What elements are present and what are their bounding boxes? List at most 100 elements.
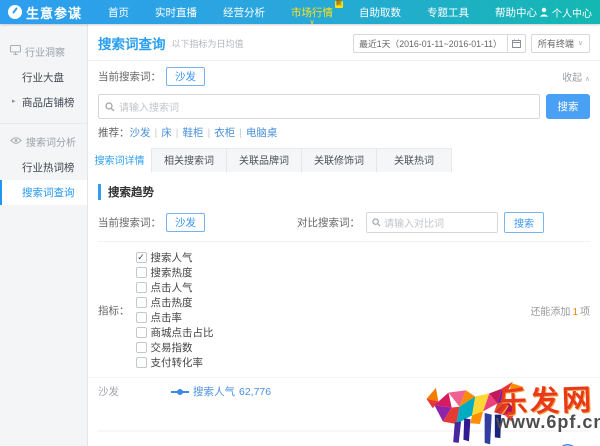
metric-checkbox-支付转化率[interactable]: 支付转化率 <box>136 355 214 370</box>
query-panel: 搜索词查询 以下指标为日均值 最近1天（2016-01-11~2016-01-1… <box>88 24 600 148</box>
sidebar-group-label: 行业洞察 <box>25 44 65 59</box>
add-more-hint: 还能添加1项 <box>530 303 590 318</box>
metric-checkbox-点击人气[interactable]: 点击人气 <box>136 280 214 295</box>
recommend-links: 沙发|床|鞋柜|衣柜|电脑桌 <box>130 125 278 140</box>
metric-row: 指标： ✓搜索人气搜索热度点击人气点击热度点击率商城点击占比交易指数支付转化率 … <box>98 241 590 377</box>
nav-item-经营分析[interactable]: 经营分析 <box>223 5 265 20</box>
metric-label: 搜索人气 <box>151 250 193 265</box>
separator: | <box>155 127 158 139</box>
checkbox-icon <box>136 267 147 278</box>
checkbox-icon <box>136 297 147 308</box>
tab-关联品牌词[interactable]: 关联品牌词 <box>227 148 302 173</box>
main-content: 搜索词查询 以下指标为日均值 最近1天（2016-01-11~2016-01-1… <box>88 24 600 446</box>
metric-label: 支付转化率 <box>151 355 204 370</box>
nav-item-专题工具[interactable]: 专题工具 <box>427 5 469 20</box>
chevron-down-icon: ∨ <box>309 18 314 26</box>
search-icon <box>372 218 381 227</box>
trend-chart[interactable]: 2015-12-132015-12-152015-12-172015-12-19… <box>88 401 600 446</box>
terminal-dropdown[interactable]: 所有终端 ∨ <box>531 34 590 53</box>
user-menu[interactable]: 个人中心 <box>539 5 592 20</box>
metric-label: 点击热度 <box>151 295 193 310</box>
legend-series-item[interactable]: 搜索人气 62,776 <box>171 384 271 399</box>
metric-label: 交易指数 <box>151 340 193 355</box>
line-legend-icon <box>171 388 189 396</box>
page-title: 搜索词查询 <box>98 33 166 53</box>
separator: | <box>176 127 179 139</box>
recommend-link-衣柜[interactable]: 衣柜 <box>214 127 235 139</box>
checkbox-icon <box>136 357 147 368</box>
compass-logo-icon <box>8 5 22 19</box>
separator: | <box>239 127 242 139</box>
eye-icon <box>10 136 22 148</box>
app-logo[interactable]: 生意参谋 <box>8 3 82 22</box>
trend-panel: 搜索词详情相关搜索词关联品牌词关联修饰词关联热词 搜索趋势 当前搜索词： 沙发 … <box>88 148 600 446</box>
checkbox-icon: ✓ <box>136 252 147 263</box>
current-word-chip[interactable]: 沙发 <box>166 67 205 86</box>
legend-series-name: 搜索人气 <box>193 384 235 399</box>
add-more-count: 1 <box>572 307 578 318</box>
metric-label: 搜索热度 <box>151 265 193 280</box>
sidebar-item-商品店铺榜[interactable]: ▸商品店铺榜 <box>0 90 87 115</box>
metric-checkbox-点击热度[interactable]: 点击热度 <box>136 295 214 310</box>
top-navbar: 生意参谋 首页 实时直播 经营分析 市场行情新∨ 自助取数 专题工具 帮助中心 个人中心 <box>0 0 600 24</box>
sidebar-item-行业大盘[interactable]: 行业大盘 <box>0 65 87 90</box>
sidebar-group: 行业洞察行业大盘▸商品店铺榜 <box>0 34 87 124</box>
tab-搜索词详情[interactable]: 搜索词详情 <box>88 148 152 173</box>
sidebar-group-label: 搜索词分析 <box>26 134 76 149</box>
calendar-icon[interactable] <box>507 35 525 52</box>
search-button[interactable]: 搜索 <box>546 94 590 119</box>
sidebar-group-title: 搜索词分析 <box>0 128 87 155</box>
checkbox-icon <box>136 342 147 353</box>
collapse-link[interactable]: 收起 ∧ <box>562 69 590 84</box>
metric-label: 商城点击占比 <box>151 325 214 340</box>
sidebar-group: 搜索词分析行业热词榜搜索词查询 <box>0 124 87 213</box>
sidebar-item-搜索词查询[interactable]: 搜索词查询 <box>0 180 87 205</box>
tab-关联修饰词[interactable]: 关联修饰词 <box>302 148 377 173</box>
recommend-link-床[interactable]: 床 <box>161 127 172 139</box>
checkbox-icon <box>136 327 147 338</box>
metric-checkbox-交易指数[interactable]: 交易指数 <box>136 340 214 355</box>
date-range-picker[interactable]: 最近1天（2016-01-11~2016-01-11） <box>353 34 526 53</box>
nav-item-帮助中心[interactable]: 帮助中心 <box>495 5 537 20</box>
nav-item-实时直播[interactable]: 实时直播 <box>155 5 197 20</box>
metric-label: 点击人气 <box>151 280 193 295</box>
trend-current-word-chip[interactable]: 沙发 <box>166 213 205 232</box>
tab-关联热词[interactable]: 关联热词 <box>377 148 452 173</box>
user-menu-label: 个人中心 <box>552 5 592 20</box>
search-icon <box>105 102 115 112</box>
search-placeholder: 请输入搜索词 <box>119 99 179 114</box>
metric-checkbox-搜索热度[interactable]: 搜索热度 <box>136 265 214 280</box>
legend-series-value: 62,776 <box>239 386 271 398</box>
nav-item-自助取数[interactable]: 自助取数 <box>359 5 401 20</box>
new-badge: 新 <box>335 1 343 8</box>
recommend-row: 推荐： 沙发|床|鞋柜|衣柜|电脑桌 <box>88 125 600 148</box>
compare-search-button[interactable]: 搜索 <box>504 212 544 233</box>
metric-checkboxes: ✓ 搜索人气搜索热度点击人气点击热度点击率商城点击占比交易指数支付转化率 <box>136 250 227 370</box>
current-word-label: 当前搜索词： <box>98 69 161 84</box>
main-nav: 首页 实时直播 经营分析 市场行情新∨ 自助取数 专题工具 帮助中心 <box>108 5 537 20</box>
section-title: 搜索趋势 <box>98 184 590 200</box>
nav-item-首页[interactable]: 首页 <box>108 5 129 20</box>
metric-checkbox-点击率[interactable]: 点击率 <box>136 310 214 325</box>
metric-checkbox-搜索人气[interactable]: ✓ 搜索人气 <box>136 250 214 265</box>
recommend-link-沙发[interactable]: 沙发 <box>130 127 151 139</box>
search-input[interactable]: 请输入搜索词 <box>98 94 540 119</box>
tab-相关搜索词[interactable]: 相关搜索词 <box>152 148 227 173</box>
legend-keyword: 沙发 <box>98 384 119 399</box>
app-title: 生意参谋 <box>26 3 82 22</box>
checkbox-icon <box>136 282 147 293</box>
sidebar-item-行业热词榜[interactable]: 行业热词榜 <box>0 155 87 180</box>
metric-checkbox-商城点击占比[interactable]: 商城点击占比 <box>136 325 214 340</box>
nav-item-市场行情[interactable]: 市场行情新∨ <box>291 5 333 20</box>
recommend-link-电脑桌[interactable]: 电脑桌 <box>246 127 278 139</box>
tab-bar-filler <box>452 148 600 173</box>
compare-word-input[interactable]: 请输入对比词 <box>366 212 498 233</box>
recommend-link-鞋柜[interactable]: 鞋柜 <box>182 127 203 139</box>
app-window: 生意参谋 首页 实时直播 经营分析 市场行情新∨ 自助取数 专题工具 帮助中心 个人中心 行… <box>0 0 600 446</box>
checkbox-icon <box>136 312 147 323</box>
metric-label: 点击率 <box>151 310 183 325</box>
chevron-up-icon: ∧ <box>585 76 590 83</box>
monitor-icon <box>10 45 21 58</box>
legend-row: 沙发 搜索人气 62,776 <box>88 377 600 401</box>
separator: | <box>207 127 210 139</box>
